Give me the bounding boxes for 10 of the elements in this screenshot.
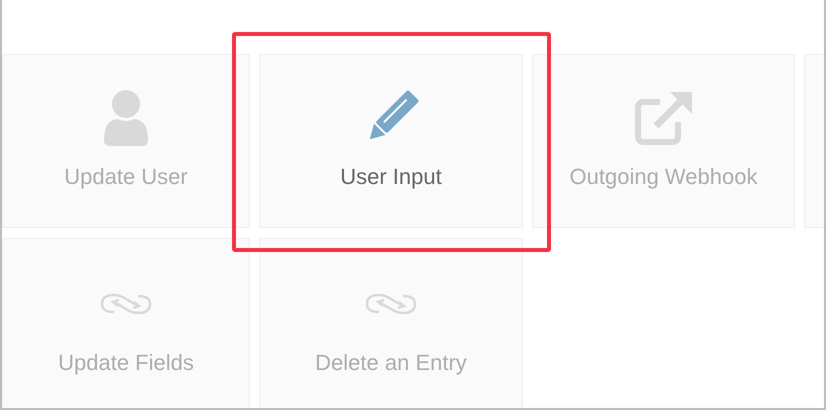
action-tile[interactable]: Update User <box>2 54 250 228</box>
action-tile[interactable]: Outgoing Webhook <box>532 54 795 228</box>
tile-label: Outgoing Webhook <box>570 164 758 190</box>
action-tile[interactable]: Delete an Entry <box>259 238 523 408</box>
action-tile[interactable]: User Input <box>259 54 523 228</box>
tile-label: Update User <box>64 164 188 190</box>
tile-label: User Input <box>340 164 442 190</box>
tile-label: Update Fields <box>58 350 194 376</box>
tile-label: Delete an Entry <box>315 350 467 376</box>
action-tile[interactable]: Update Fields <box>2 238 250 408</box>
